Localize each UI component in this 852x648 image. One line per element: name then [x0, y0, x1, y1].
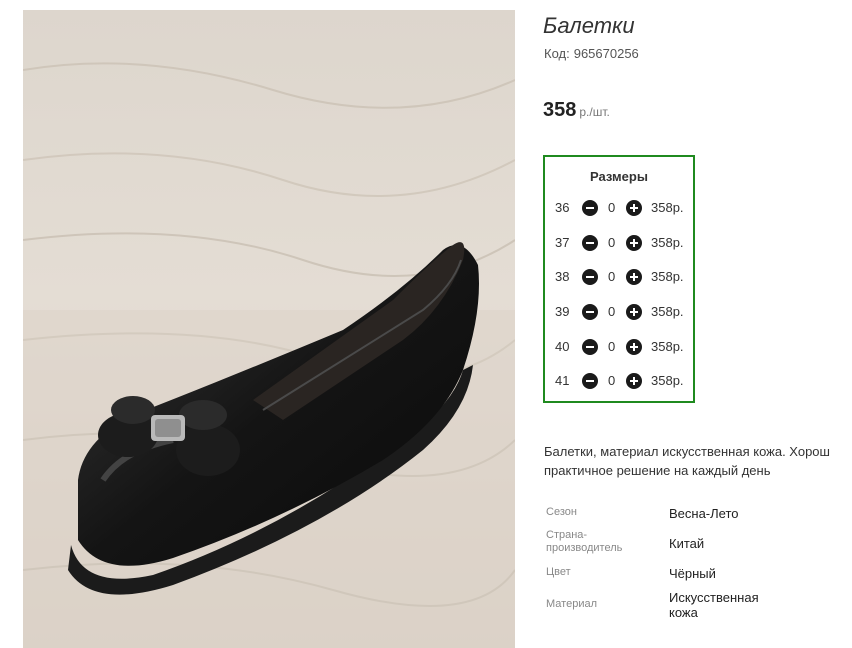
- product-title: Балетки: [543, 13, 635, 38]
- plus-icon[interactable]: [626, 304, 642, 320]
- product-description: Балетки, материал искусственная кожа. Хо…: [544, 442, 852, 480]
- size-price: 358р.: [651, 373, 684, 388]
- product-photo[interactable]: [23, 10, 515, 648]
- size-row: 37 0 358р.: [545, 233, 693, 253]
- plus-icon[interactable]: [626, 235, 642, 251]
- sizes-title: Размеры: [590, 169, 648, 184]
- quantity-value: 0: [608, 200, 616, 215]
- size-price: 358р.: [651, 339, 684, 354]
- product-code: Код: 965670256: [544, 46, 639, 61]
- size-label: 41: [555, 373, 570, 388]
- description-line: практичное решение на каждый день: [544, 463, 771, 478]
- size-price: 358р.: [651, 200, 684, 215]
- price-value: 358: [543, 99, 577, 121]
- size-price: 358р.: [651, 269, 684, 284]
- property-key: Материал: [546, 598, 597, 610]
- size-row: 40 0 358р.: [545, 337, 693, 357]
- minus-icon[interactable]: [582, 200, 598, 216]
- minus-icon[interactable]: [582, 339, 598, 355]
- size-row: 41 0 358р.: [545, 371, 693, 391]
- product-code-value: 965670256: [573, 46, 639, 61]
- minus-icon[interactable]: [582, 304, 598, 320]
- property-value: Весна-Лето: [669, 506, 739, 521]
- quantity-value: 0: [608, 304, 616, 319]
- sizes-box: Размеры 36 0 358р. 37 0 358р. 38 0 358р.…: [543, 155, 695, 403]
- price-unit: р./шт.: [579, 105, 610, 119]
- size-label: 40: [555, 339, 570, 354]
- quantity-value: 0: [608, 235, 616, 250]
- size-row: 36 0 358р.: [545, 198, 693, 218]
- size-price: 358р.: [651, 235, 684, 250]
- plus-icon[interactable]: [626, 339, 642, 355]
- plus-icon[interactable]: [626, 373, 642, 389]
- quantity-value: 0: [608, 269, 616, 284]
- quantity-value: 0: [608, 339, 616, 354]
- size-label: 38: [555, 269, 570, 284]
- size-row: 38 0 358р.: [545, 267, 693, 287]
- size-label: 36: [555, 200, 570, 215]
- shoe-illustration: [23, 10, 515, 648]
- product-code-label: Код:: [544, 46, 570, 61]
- size-label: 37: [555, 235, 570, 250]
- size-row: 39 0 358р.: [545, 302, 693, 322]
- property-key: Страна- производитель: [546, 529, 623, 554]
- property-key: Сезон: [546, 506, 577, 518]
- plus-icon[interactable]: [626, 269, 642, 285]
- quantity-value: 0: [608, 373, 616, 388]
- product-price: 358 р./шт.: [543, 99, 610, 122]
- property-key: Цвет: [546, 566, 571, 578]
- property-value: Чёрный: [669, 566, 716, 581]
- size-price: 358р.: [651, 304, 684, 319]
- property-value: Искусственная кожа: [669, 590, 759, 620]
- plus-icon[interactable]: [626, 200, 642, 216]
- minus-icon[interactable]: [582, 269, 598, 285]
- property-value: Китай: [669, 536, 705, 551]
- description-line: Балетки, материал искусственная кожа. Хо…: [544, 444, 830, 459]
- minus-icon[interactable]: [582, 235, 598, 251]
- minus-icon[interactable]: [582, 373, 598, 389]
- size-label: 39: [555, 304, 570, 319]
